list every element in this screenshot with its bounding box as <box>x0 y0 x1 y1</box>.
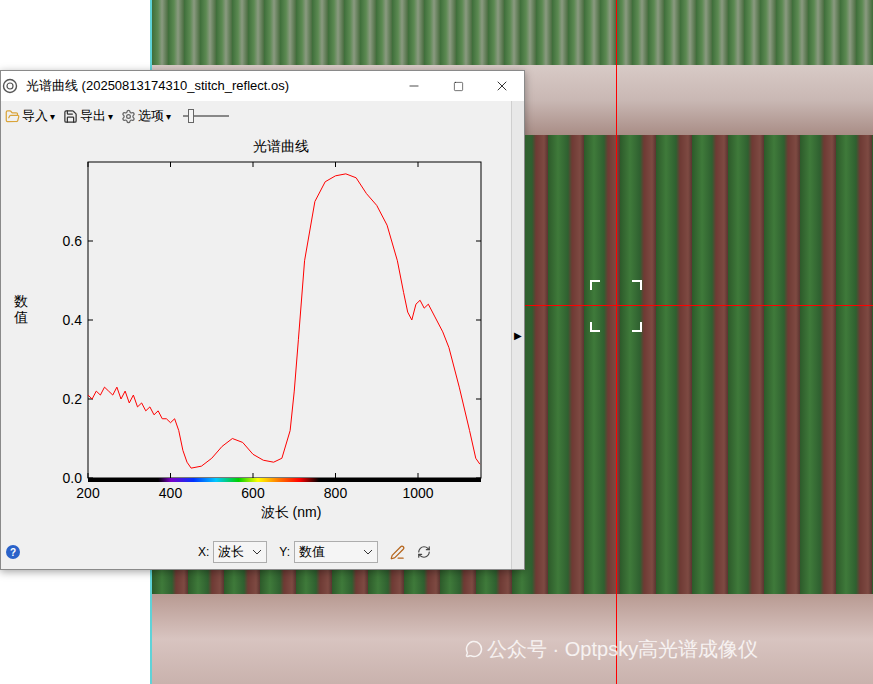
edit-button[interactable] <box>390 545 405 560</box>
toolbar: 导入▾ 导出▾ 选项▾ <box>1 101 511 131</box>
help-button[interactable]: ? <box>6 545 20 559</box>
svg-text:0.4: 0.4 <box>63 312 83 328</box>
minimize-icon <box>407 79 421 93</box>
chart-title: 光谱曲线 <box>1 131 511 157</box>
watermark: 公众号 · Optpsky高光谱成像仪 <box>465 634 758 664</box>
zoom-slider[interactable] <box>183 109 229 123</box>
x-tick: 600 <box>241 162 265 501</box>
maximize-icon <box>453 81 464 92</box>
edit-icon <box>390 545 405 560</box>
crosshair-vertical <box>616 0 617 684</box>
selection-box <box>590 280 642 332</box>
refresh-button[interactable] <box>417 545 431 559</box>
svg-text:200: 200 <box>76 485 100 501</box>
x-axis-label: 波长 (nm) <box>1 502 511 523</box>
chevron-icon <box>252 549 262 555</box>
x-tick: 200 <box>76 162 100 501</box>
maximize-button[interactable] <box>436 71 480 101</box>
spectrum-window[interactable]: 光谱曲线 (20250813174310_stitch_reflect.os) 导… <box>0 70 525 570</box>
bottom-bar: ?X:波长Y:数值 <box>1 535 511 569</box>
refresh-icon <box>417 545 431 559</box>
toolbar-icon <box>63 109 78 124</box>
svg-text:1000: 1000 <box>402 485 433 501</box>
close-icon <box>494 78 510 94</box>
x-tick: 1000 <box>402 162 433 501</box>
chart-panel: 光谱曲线数值 0.0 0.2 0.4 0.6 200 400 600 800 1000波长 (nm… <box>1 131 511 535</box>
y-tick: 0.4 <box>63 312 481 328</box>
y-tick: 0.2 <box>63 391 481 407</box>
chat-icon <box>465 640 483 658</box>
toolbar-button[interactable]: 选项▾ <box>121 106 171 126</box>
x-tick: 800 <box>324 162 348 501</box>
spectrum-line <box>88 174 480 468</box>
app-icon <box>2 78 18 94</box>
close-button[interactable] <box>480 71 524 101</box>
svg-text:0.2: 0.2 <box>63 391 83 407</box>
toolbar-button[interactable]: 导出▾ <box>63 106 113 126</box>
visible-band <box>158 478 319 482</box>
window-title: 光谱曲线 (20250813174310_stitch_reflect.os) <box>26 76 392 96</box>
x-axis-select[interactable]: 波长 <box>213 541 267 563</box>
x-tick: 400 <box>159 162 183 501</box>
toolbar-button[interactable]: 导入▾ <box>5 106 55 126</box>
y-tick: 0.0 <box>63 470 481 486</box>
chevron-icon <box>363 549 373 555</box>
toolbar-icon <box>5 109 20 124</box>
svg-text:400: 400 <box>159 485 183 501</box>
plot-area <box>88 162 481 478</box>
y-tick: 0.6 <box>63 233 481 249</box>
svg-text:0.6: 0.6 <box>63 233 83 249</box>
minimize-button[interactable] <box>392 71 436 101</box>
desktop: 公众号 · Optpsky高光谱成像仪 光谱曲线 (20250813174310_… <box>0 0 873 684</box>
svg-text:600: 600 <box>241 485 265 501</box>
svg-text:800: 800 <box>324 485 348 501</box>
svg-text:0.0: 0.0 <box>63 470 83 486</box>
spectrum-bar <box>88 478 481 482</box>
toolbar-icon <box>121 109 136 124</box>
y-axis-select[interactable]: 数值 <box>294 541 378 563</box>
y-axis-label: 数值 <box>14 294 28 325</box>
title-bar[interactable]: 光谱曲线 (20250813174310_stitch_reflect.os) <box>1 71 524 101</box>
splitter[interactable]: ▶ <box>511 101 524 569</box>
spectrum-chart: 0.0 0.2 0.4 0.6 200 400 600 800 1000 <box>41 157 491 502</box>
